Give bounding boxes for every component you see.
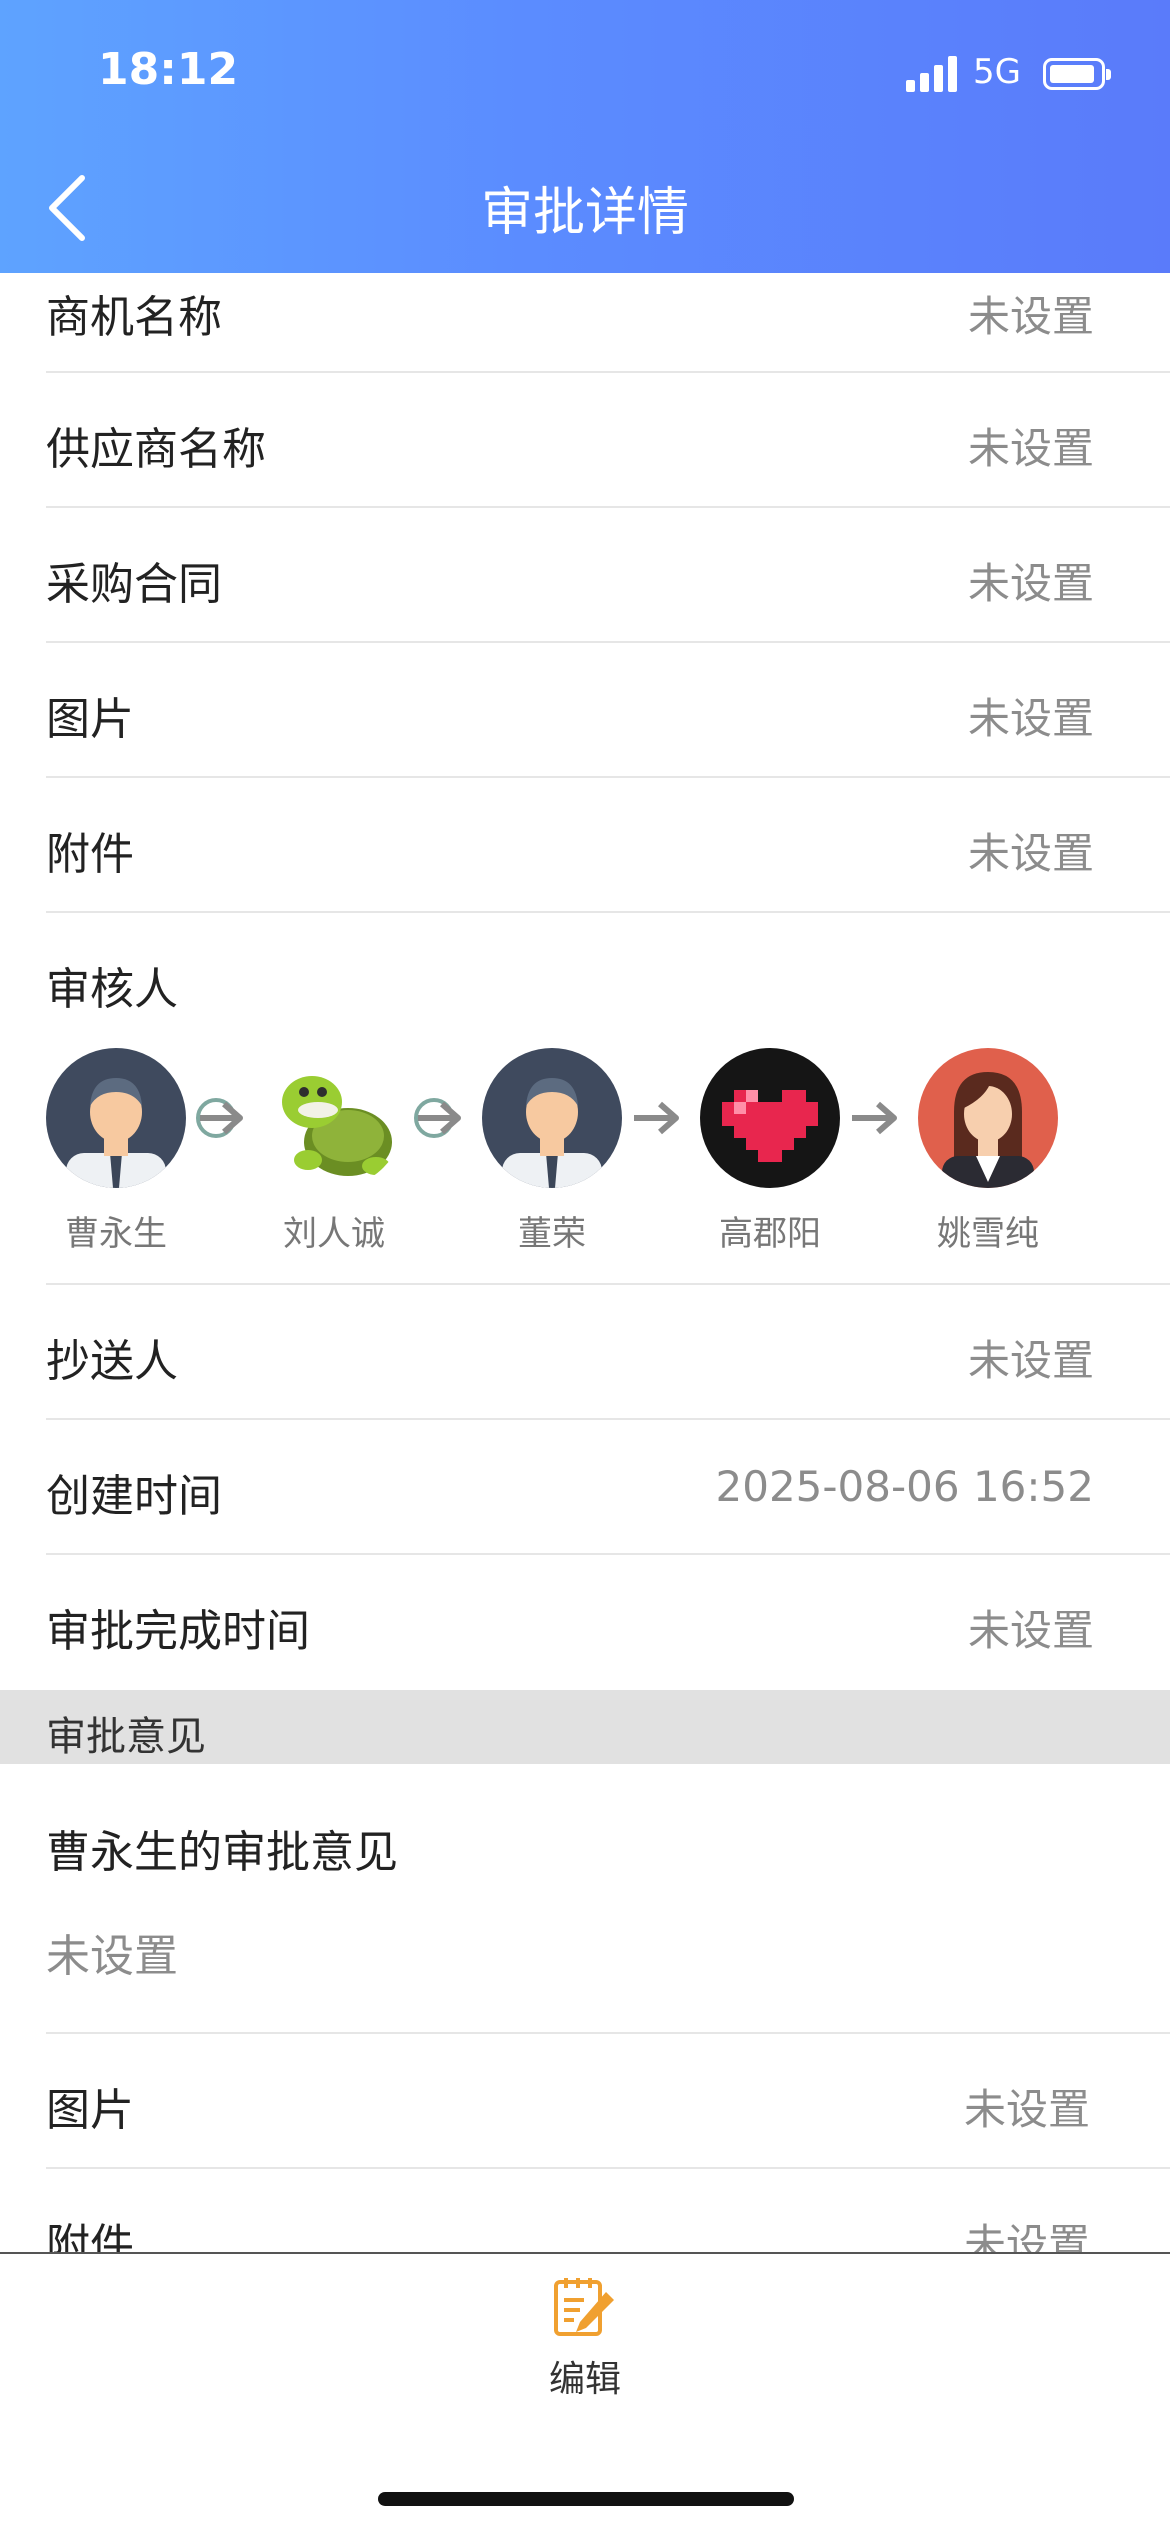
edit-button[interactable]: 编辑 — [480, 2254, 690, 2414]
approver-name: 董荣 — [518, 1214, 586, 1254]
field-label: 抄送人 — [46, 1336, 178, 1387]
status-time: 18:12 — [98, 44, 239, 95]
field-row-attachments: 附件 未设置 — [46, 778, 1170, 913]
field-label: 审批完成时间 — [46, 1606, 310, 1657]
field-value: 未设置 — [967, 1336, 1094, 1385]
approver-name: 刘人诚 — [283, 1214, 385, 1254]
field-value: 未设置 — [967, 292, 1094, 341]
opinion-field-images: 图片 未设置 — [46, 2034, 1170, 2169]
approval-flow: 曹永生 刘人诚 董荣 高郡阳 姚雪纯 — [46, 1048, 1146, 1254]
field-row-supplier: 供应商名称 未设置 — [46, 373, 1170, 508]
field-value: 未设置 — [967, 559, 1094, 608]
approvers-label: 审核人 — [46, 964, 178, 1015]
field-row-completed-time: 审批完成时间 未设置 — [46, 1555, 1170, 1690]
field-row-created-time: 创建时间 2025-08-06 16:52 — [46, 1420, 1170, 1555]
male-avatar-icon — [46, 1048, 186, 1188]
pixel-heart-avatar-icon — [700, 1048, 840, 1188]
header-bar: 18:12 5G 审批详情 — [0, 0, 1170, 273]
arrow-right-icon — [852, 1101, 897, 1135]
approver-name: 高郡阳 — [719, 1214, 821, 1254]
network-type: 5G — [973, 52, 1021, 92]
edit-label: 编辑 — [548, 2359, 621, 2400]
field-value: 未设置 — [967, 694, 1094, 743]
approver-caoyongsheng[interactable]: 曹永生 — [46, 1048, 186, 1255]
section-title: 审批意见 — [46, 1714, 206, 1760]
field-row-contract: 采购合同 未设置 — [46, 508, 1170, 643]
page-title: 审批详情 — [480, 183, 689, 243]
battery-icon — [1043, 58, 1111, 90]
field-label: 供应商名称 — [46, 424, 266, 475]
approver-liurencheng[interactable]: 刘人诚 — [264, 1048, 404, 1255]
approver-name: 姚雪纯 — [937, 1214, 1039, 1254]
approver-dongrong[interactable]: 董荣 — [482, 1048, 622, 1255]
field-value: 2025-08-06 16:52 — [715, 1462, 1094, 1511]
approver-name: 曹永生 — [65, 1214, 167, 1254]
section-header-opinions: 审批意见 — [0, 1690, 1170, 1764]
arrow-right-icon — [634, 1101, 679, 1135]
female-avatar-icon — [918, 1048, 1058, 1188]
field-value: 未设置 — [967, 424, 1094, 473]
field-label: 创建时间 — [46, 1471, 222, 1522]
field-row-opportunity: 商机名称 未设置 — [46, 273, 1170, 373]
approver-yaoxuechun[interactable]: 姚雪纯 — [918, 1048, 1058, 1255]
field-row-cc: 抄送人 未设置 — [46, 1285, 1170, 1420]
opinion-text: 未设置 — [46, 1931, 178, 1982]
field-label: 商机名称 — [46, 292, 222, 343]
arrow-right-icon — [414, 1098, 461, 1138]
field-value: 未设置 — [967, 829, 1094, 878]
field-value: 未设置 — [967, 1606, 1094, 1655]
home-indicator — [378, 2492, 794, 2506]
field-value: 未设置 — [963, 2085, 1090, 2134]
edit-icon — [554, 2278, 614, 2336]
opinion-title: 曹永生的审批意见 — [46, 1827, 398, 1878]
male-avatar-icon — [482, 1048, 622, 1188]
opinion-block: 曹永生的审批意见 未设置 — [46, 1764, 1170, 2034]
field-label: 采购合同 — [46, 559, 222, 610]
signal-icon — [906, 56, 960, 92]
field-label: 图片 — [46, 2085, 134, 2136]
field-label: 图片 — [46, 694, 134, 745]
bottom-toolbar: 编辑 — [0, 2254, 1170, 2532]
approver-gaojunyang[interactable]: 高郡阳 — [700, 1048, 840, 1255]
field-label: 附件 — [46, 829, 134, 880]
turtle-avatar-icon — [264, 1048, 404, 1188]
arrow-right-icon — [196, 1098, 243, 1138]
field-row-images: 图片 未设置 — [46, 643, 1170, 778]
